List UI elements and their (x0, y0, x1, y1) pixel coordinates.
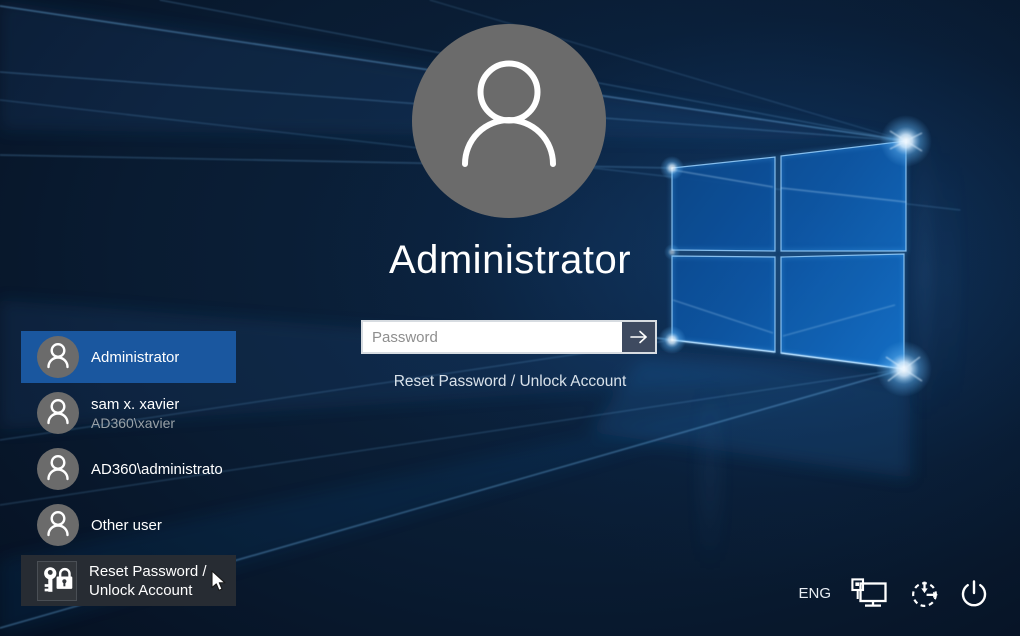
ease-of-access-icon[interactable] (908, 577, 941, 610)
reset-item-line1: Reset Password / (89, 562, 207, 580)
user-list: Administrator sam x. xavier AD360\xavier… (21, 331, 236, 610)
user-name: sam x. xavier (91, 395, 180, 413)
windows-login-screen: Administrator Reset Password / Unlock Ac… (0, 0, 1020, 636)
user-avatar-icon (37, 504, 79, 546)
signed-in-user-title: Administrator (388, 238, 632, 282)
user-avatar-icon (37, 392, 79, 434)
power-icon[interactable] (958, 577, 990, 610)
user-name: Other user (91, 516, 162, 534)
arrow-right-icon (629, 330, 647, 344)
person-icon (412, 24, 606, 218)
user-list-item-other-user[interactable]: Other user (21, 499, 236, 551)
network-icon[interactable] (851, 577, 891, 609)
password-input[interactable] (363, 322, 622, 352)
user-list-item-reset-password[interactable]: Reset Password / Unlock Account (21, 555, 236, 606)
user-avatar-icon (37, 336, 79, 378)
login-status-bar: ENG (798, 576, 990, 610)
user-avatar-large (412, 24, 606, 223)
user-name: Administrator (91, 348, 180, 366)
user-list-item-administrator[interactable]: Administrator (21, 331, 236, 383)
user-avatar-icon (37, 448, 79, 490)
user-list-item-sam-xavier[interactable]: sam x. xavier AD360\xavier (21, 387, 236, 439)
user-list-item-domain-administrator[interactable]: AD360\administrato (21, 443, 236, 495)
user-domain: AD360\xavier (91, 414, 176, 431)
key-lock-icon (37, 560, 77, 601)
reset-item-line2: Unlock Account (89, 581, 193, 599)
submit-password-button[interactable] (622, 322, 655, 352)
language-indicator[interactable]: ENG (798, 585, 831, 602)
user-name: AD360\administrato (91, 460, 223, 478)
password-row (361, 320, 657, 354)
